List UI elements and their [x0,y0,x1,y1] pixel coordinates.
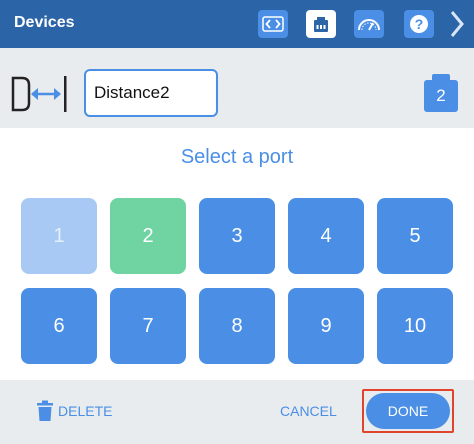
help-button[interactable]: ? [404,10,434,38]
dashboard-button[interactable] [354,10,384,38]
help-icon: ? [410,15,428,33]
page-title: Devices [14,14,75,31]
port-9-button[interactable]: 9 [288,288,364,364]
delete-button[interactable]: DELETE [36,398,112,424]
delete-label: DELETE [58,403,113,419]
done-button[interactable]: DONE [366,393,450,429]
device-name-field[interactable]: Distance2 [84,69,218,117]
chevron-right-icon[interactable] [446,6,470,42]
code-brackets-icon [262,16,284,32]
port-5-button[interactable]: 5 [377,198,453,274]
port-4-button[interactable]: 4 [288,198,364,274]
port-badge: 2 [424,74,458,112]
device-info-bar [0,48,474,128]
port-6-button[interactable]: 6 [21,288,97,364]
select-port-title: Select a port [180,146,294,168]
devices-button[interactable] [306,10,336,38]
cancel-button[interactable]: CANCEL [280,403,337,419]
gauge-icon [358,19,380,31]
distance-sensor-icon [11,76,67,112]
trash-icon [37,400,53,421]
port-8-button[interactable]: 8 [199,288,275,364]
port-7-button[interactable]: 7 [110,288,186,364]
device-icon [314,17,328,32]
port-2-button[interactable]: 2 [110,198,186,274]
port-badge-number: 2 [424,80,458,112]
port-3-button[interactable]: 3 [199,198,275,274]
port-1-button[interactable]: 1 [21,198,97,274]
svg-text:?: ? [415,16,424,32]
code-button[interactable] [258,10,288,38]
port-10-button[interactable]: 10 [377,288,453,364]
